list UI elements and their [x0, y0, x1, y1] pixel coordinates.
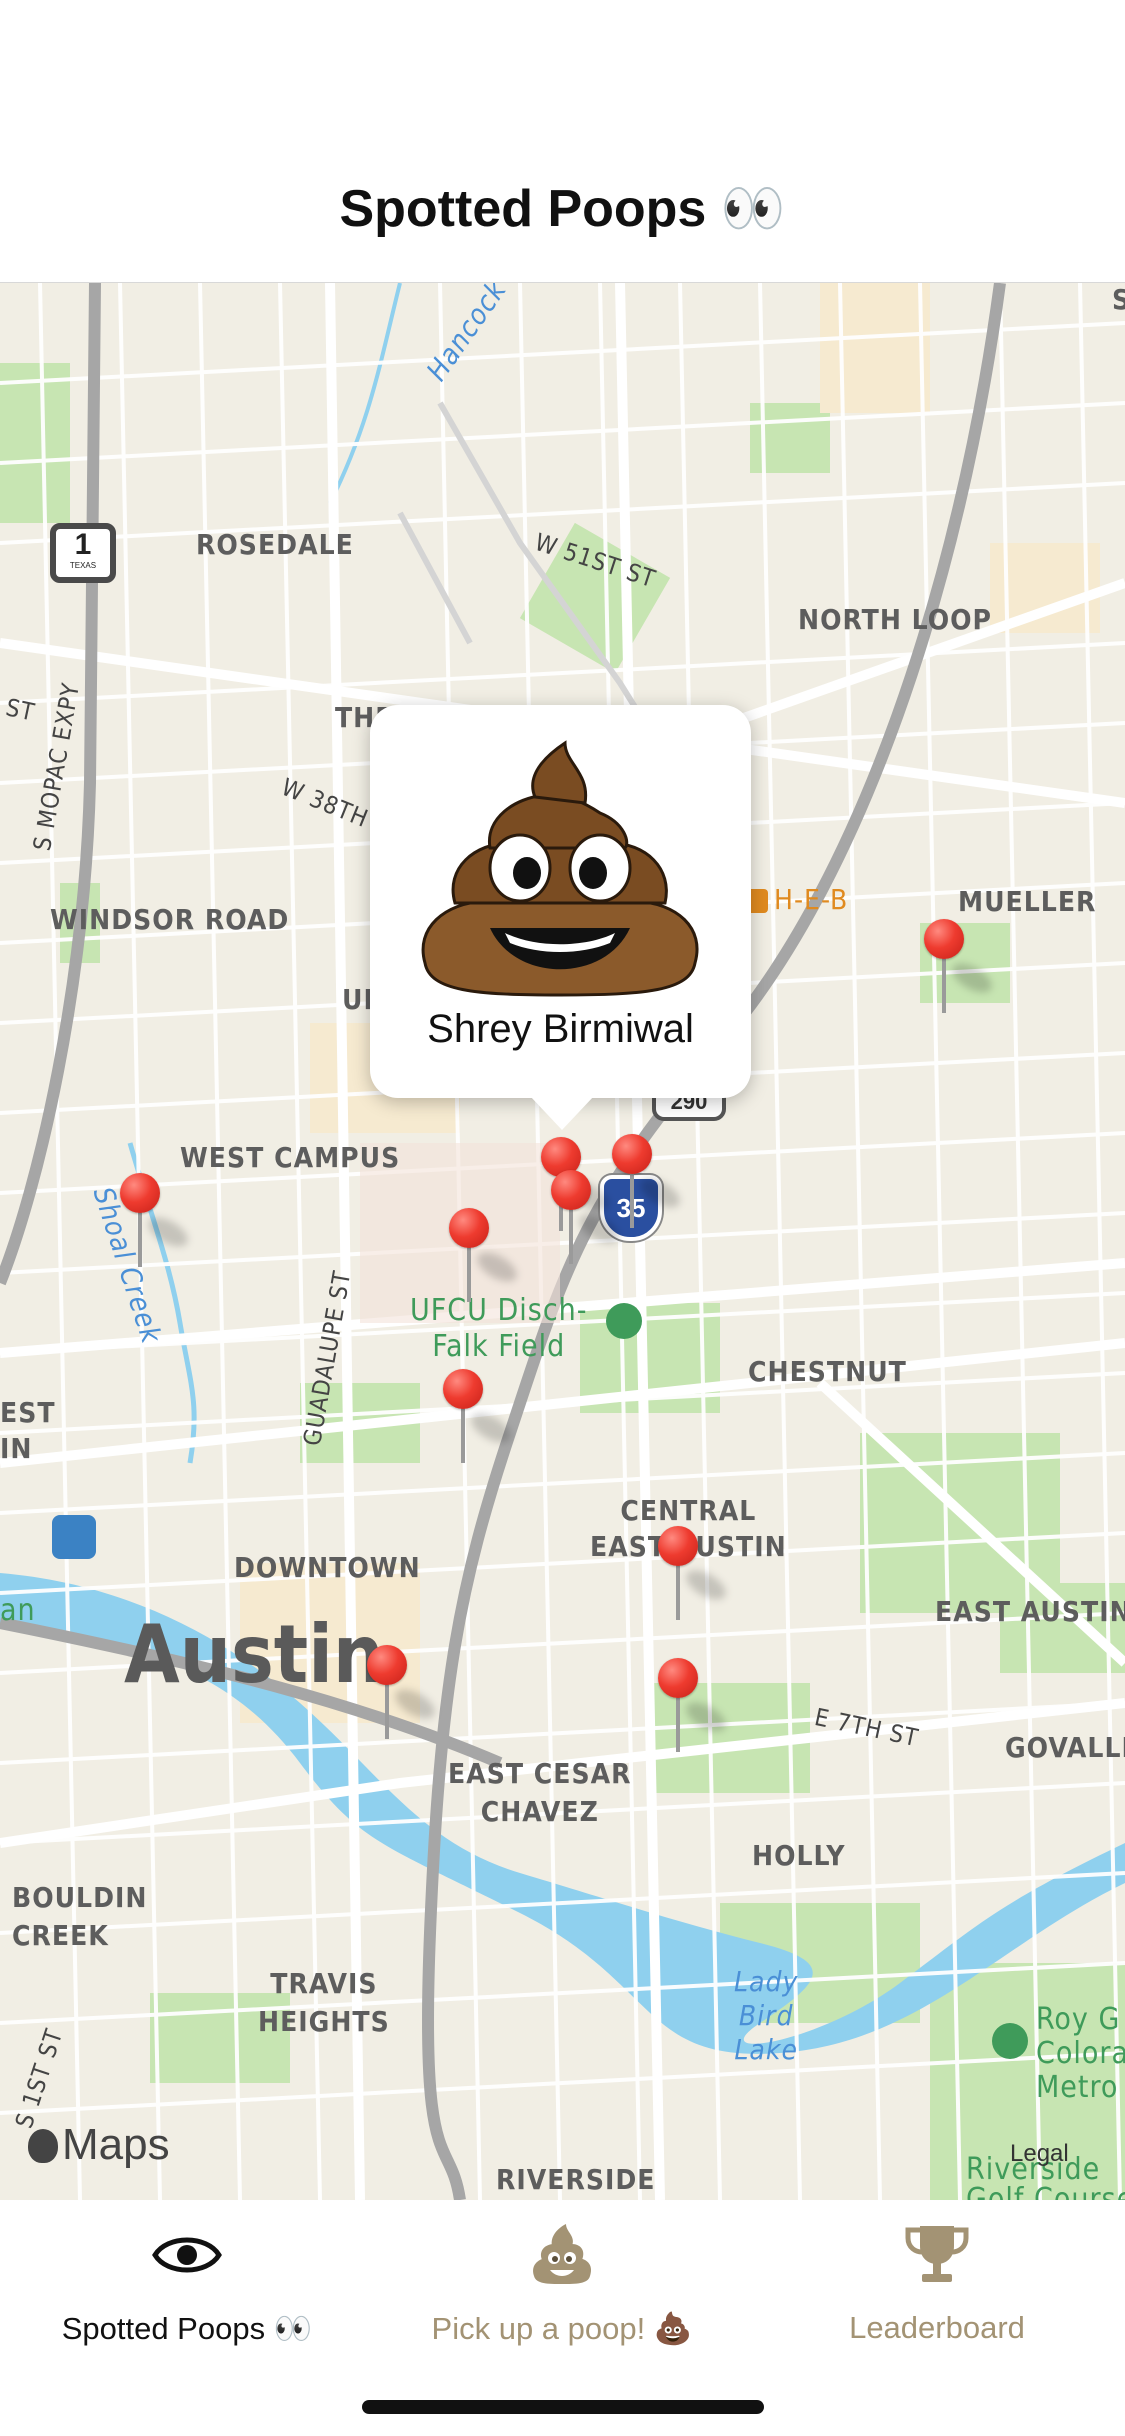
texas-1-shield-icon: 1 TEXAS — [50, 523, 116, 583]
tab-label: Leaderboard — [849, 2310, 1025, 2345]
map-label-bouldin-creek: BOULDIN CREEK — [12, 1881, 148, 1952]
map-label-chestnut: CHESTNUT — [748, 1355, 907, 1388]
poop-icon — [533, 2224, 592, 2284]
poop-pin[interactable] — [551, 1170, 624, 1270]
map-label-roy-g: Roy G Colora Metro — [1036, 2002, 1125, 2105]
map-label-mueller: MUELLER — [958, 885, 1097, 918]
pin-callout[interactable]: Shrey Birmiwal — [370, 705, 751, 1098]
poop-pin[interactable] — [924, 919, 997, 1019]
tab-spotted-poops[interactable]: Spotted Poops 👀 — [0, 2200, 387, 2436]
map-label-west-campus: WEST CAMPUS — [180, 1141, 401, 1174]
map-label-windsor-road: WINDSOR ROAD — [50, 903, 290, 936]
map-label-austin: Austin — [124, 1608, 385, 1701]
navigation-bar: Spotted Poops 👀 — [0, 0, 1125, 283]
map-label-holly: HOLLY — [752, 1839, 846, 1872]
map-label-an: an — [0, 1593, 36, 1628]
transit-icon — [52, 1515, 96, 1559]
page-title: Spotted Poops 👀 — [339, 180, 786, 238]
legal-link[interactable]: Legal — [1010, 2140, 1069, 2168]
tab-label: Spotted Poops 👀 — [61, 2311, 313, 2346]
poop-pin[interactable] — [449, 1208, 522, 1308]
poop-pin[interactable] — [658, 1658, 731, 1758]
apple-maps-logo: Maps — [28, 2120, 170, 2170]
map-label-st-left: ST — [3, 693, 38, 727]
map-label-east-austin: EAST AUSTIN — [935, 1595, 1125, 1628]
home-indicator[interactable] — [362, 2400, 764, 2414]
map-label-heb: H-E-B — [746, 883, 848, 916]
map-label-s-right: S — [1112, 283, 1125, 316]
map-label-north-loop: NORTH LOOP — [798, 603, 992, 636]
callout-user-name: Shrey Birmiwal — [427, 1007, 694, 1051]
map-label-ufcu-field: UFCU Disch- Falk Field — [410, 1293, 588, 1364]
tab-label: Pick up a poop! 💩 — [431, 2311, 693, 2346]
map-label-est-in: EST IN — [0, 1396, 56, 1465]
callout-arrow — [530, 1096, 594, 1130]
map-label-lady-bird-lake: Lady Bird Lake — [734, 1965, 799, 2066]
map-label-govalle: GOVALLE — [1005, 1731, 1125, 1764]
map-view[interactable]: ROSEDALE W 51ST ST NORTH LOOP THE TRIANG… — [0, 283, 1125, 2200]
tab-leaderboard[interactable]: Leaderboard — [737, 2200, 1125, 2436]
park-icon — [992, 2023, 1028, 2059]
map-label-east-cesar-chavez: EAST CESAR CHAVEZ — [448, 1757, 632, 1828]
map-label-riverside: RIVERSIDE — [496, 2163, 656, 2196]
poop-pin[interactable] — [367, 1645, 440, 1745]
poop-pin[interactable] — [120, 1173, 193, 1273]
poop-pin[interactable] — [658, 1526, 731, 1626]
poop-pin[interactable] — [612, 1134, 685, 1234]
poop-pin[interactable] — [443, 1369, 516, 1469]
eye-icon — [152, 2237, 222, 2273]
map-label-rosedale: ROSEDALE — [196, 528, 354, 561]
apple-logo-icon — [28, 2129, 58, 2163]
map-label-downtown: DOWNTOWN — [234, 1551, 421, 1584]
trophy-icon — [905, 2226, 969, 2282]
poop-emoji-icon — [421, 740, 699, 997]
map-label-travis-heights: TRAVIS HEIGHTS — [258, 1967, 390, 2038]
stadium-icon — [606, 1303, 642, 1339]
